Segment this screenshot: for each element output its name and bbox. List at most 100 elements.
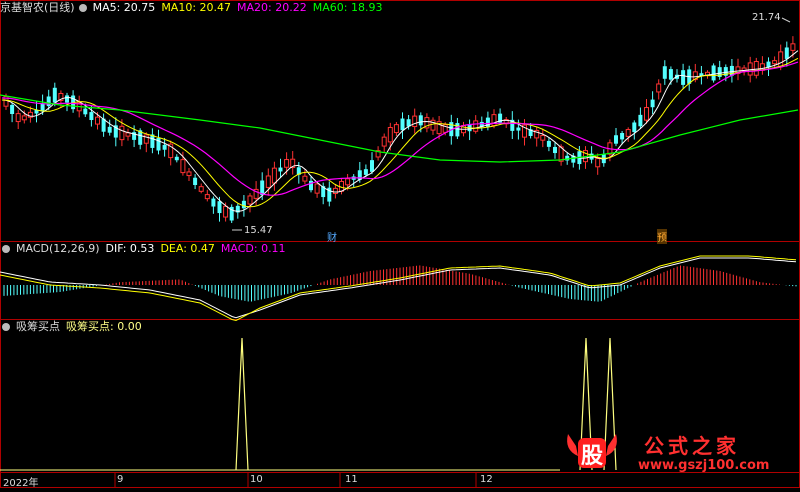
- high-price-arrow: [781, 17, 791, 23]
- signal-value-label: 吸筹买点: 0.00: [66, 320, 142, 333]
- candle-body-up: [595, 158, 601, 168]
- high-price-label: 21.74: [752, 12, 781, 23]
- candle-body-down: [370, 160, 374, 172]
- candle-body-down: [516, 127, 521, 131]
- low-price-label: 15.47: [244, 225, 273, 236]
- watermark-site-name: 公式之家: [644, 434, 740, 458]
- candle-body-down: [46, 96, 51, 107]
- candle-body-down: [211, 198, 216, 207]
- dea-label: DEA: 0.47: [160, 242, 215, 255]
- candle-body-up: [223, 205, 229, 218]
- candle-body-up: [186, 171, 192, 177]
- candle-body-up: [95, 116, 100, 125]
- signal-panel-header: 吸筹买点 吸筹买点: 0.00: [0, 320, 148, 334]
- macd-panel-header: MACD(12,26,9) DIF: 0.53 DEA: 0.47 MACD: …: [0, 242, 292, 256]
- candle-body-up: [387, 127, 393, 143]
- macd-title[interactable]: MACD(12,26,9): [16, 242, 100, 256]
- candle-body-down: [553, 146, 557, 154]
- axis-label-nov: 11: [345, 474, 358, 485]
- candle-body-down: [309, 180, 313, 191]
- candle-body-up: [284, 159, 290, 168]
- candle-body-down: [89, 112, 94, 121]
- candle-body-up: [540, 134, 546, 141]
- candle-body-down: [668, 69, 673, 80]
- forecast-marker[interactable]: 预: [657, 229, 667, 244]
- candle-body-up: [271, 167, 277, 184]
- candle-body-down: [662, 66, 667, 79]
- candle-body-up: [473, 120, 479, 132]
- candle-body-up: [644, 107, 649, 121]
- candle-body-up: [345, 178, 351, 186]
- candle-body-down: [162, 144, 167, 150]
- candle-body-up: [332, 187, 338, 195]
- candle-body-up: [381, 136, 387, 147]
- dif-line: [0, 257, 797, 319]
- candle-body-down: [400, 118, 405, 131]
- candle-body-down: [107, 126, 112, 133]
- earnings-marker[interactable]: 财: [327, 229, 337, 244]
- candle-body-up: [302, 175, 308, 182]
- stock-title[interactable]: 京基智农(日线): [0, 1, 75, 15]
- candle-body-up: [625, 129, 631, 137]
- candle-body-down: [620, 133, 625, 140]
- candle-body-down: [681, 70, 686, 85]
- watermark-url: www.gszj100.com: [638, 458, 770, 473]
- candle-body-down: [65, 95, 69, 103]
- candle-body-up: [15, 113, 21, 123]
- axis-label-year: 2022年: [3, 478, 39, 489]
- candle-body-down: [418, 115, 423, 126]
- candle-body-down: [278, 167, 283, 172]
- settings-dot-icon[interactable]: [78, 4, 87, 12]
- candle-body-up: [747, 62, 753, 76]
- site-watermark: 股 公式之家 www.gszj100.com: [556, 428, 794, 478]
- candle-body-down: [83, 108, 88, 115]
- candle-body-up: [143, 134, 149, 144]
- candle-body-down: [546, 140, 551, 147]
- candle-body-down: [711, 65, 716, 81]
- candle-body-up: [790, 43, 796, 51]
- candle-body-down: [241, 200, 246, 209]
- candle-body-up: [772, 60, 778, 65]
- candle-body-down: [174, 156, 179, 161]
- axis-label-dec: 12: [480, 474, 493, 485]
- candle-body-up: [198, 186, 204, 192]
- candle-body-up: [204, 194, 210, 200]
- candle-body-down: [455, 123, 460, 137]
- candle-body-down: [52, 87, 57, 103]
- main-panel-header: 京基智农(日线) MA5: 20.75 MA10: 20.47 MA20: 20…: [0, 1, 388, 15]
- dea-line: [0, 255, 797, 322]
- axis-label-oct: 10: [250, 474, 263, 485]
- candle-body-down: [10, 104, 15, 115]
- candle-body-down: [632, 122, 637, 133]
- watermark-logo-icon: 股: [564, 430, 620, 474]
- axis-label-sep: 9: [117, 474, 124, 485]
- ma5-label: MA5: 20.75: [92, 1, 156, 14]
- ma20-label: MA20: 20.22: [237, 1, 307, 14]
- signal-peak: [235, 337, 249, 471]
- candle-body-up: [265, 175, 271, 188]
- candle-body-down: [784, 47, 789, 59]
- macd-dot-icon[interactable]: [2, 245, 10, 253]
- ma10-label: MA10: 20.47: [161, 1, 232, 14]
- ma60-label: MA60: 18.93: [312, 1, 383, 14]
- candle-body-up: [393, 124, 399, 134]
- macd-value-label: MACD: 0.11: [220, 242, 286, 255]
- candle-body-down: [614, 135, 618, 144]
- signal-title[interactable]: 吸筹买点: [16, 320, 60, 334]
- candle-body-up: [21, 115, 27, 121]
- candle-body-up: [314, 183, 320, 194]
- signal-dot-icon[interactable]: [2, 323, 10, 331]
- candle-body-down: [217, 201, 222, 214]
- stock-chart-window: 京基智农(日线) MA5: 20.75 MA10: 20.47 MA20: 20…: [0, 0, 800, 489]
- candle-body-down: [638, 114, 643, 127]
- candle-body-up: [656, 83, 662, 93]
- candle-body-down: [363, 169, 368, 175]
- candle-body-up: [247, 195, 253, 205]
- dif-label: DIF: 0.53: [105, 242, 155, 255]
- candle-body-down: [650, 99, 655, 108]
- candle-body-up: [412, 115, 418, 128]
- candle-body-up: [753, 61, 759, 76]
- candle-body-up: [119, 125, 125, 141]
- candle-body-up: [180, 159, 186, 174]
- candle-body-down: [193, 177, 198, 186]
